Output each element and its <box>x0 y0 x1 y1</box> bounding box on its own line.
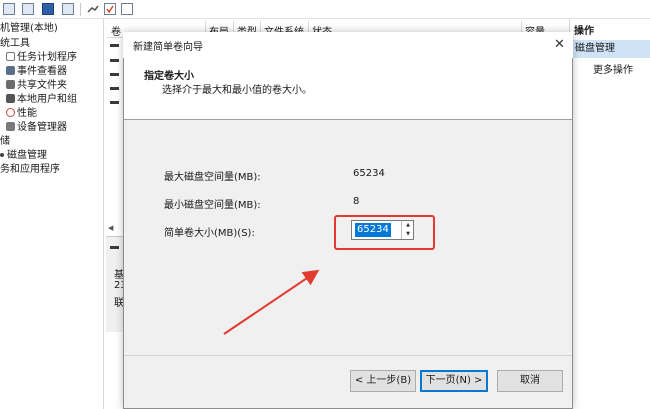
window-icon[interactable] <box>62 3 74 15</box>
console-tree-icon[interactable] <box>22 3 34 15</box>
back-button[interactable]: < 上一步(B) <box>350 370 416 392</box>
performance-icon <box>6 108 15 117</box>
max-space-value: 65234 <box>353 168 385 179</box>
help-icon[interactable] <box>42 3 54 15</box>
next-button[interactable]: 下一页(N) > <box>420 370 488 392</box>
highlight-box <box>334 215 435 250</box>
step-title: 指定卷大小 <box>144 71 194 82</box>
volume-row-icon[interactable] <box>110 44 119 47</box>
tree-item-device-manager[interactable]: 设备管理器 <box>0 121 67 134</box>
actions-title: 操作 <box>574 26 594 37</box>
action-more[interactable]: 更多操作 <box>593 61 633 76</box>
arrow-annotation-icon <box>223 269 320 335</box>
tree-item-task-scheduler[interactable]: 任务计划程序 <box>0 51 77 64</box>
disk-icon <box>110 246 119 249</box>
disk-icon <box>0 153 4 157</box>
max-space-label: 最大磁盘空间量(MB): <box>164 172 261 183</box>
volume-size-label: 简单卷大小(MB)(S): <box>164 228 255 239</box>
step-description: 选择介于最大和最小值的卷大小。 <box>162 85 312 96</box>
device-manager-icon <box>6 122 15 131</box>
check-icon[interactable] <box>104 3 116 15</box>
cancel-button[interactable]: 取消 <box>497 370 563 392</box>
users-icon <box>6 94 15 103</box>
tree-item-storage[interactable]: 储 <box>0 135 10 148</box>
dialog-title: 新建简单卷向导 <box>133 42 203 53</box>
event-viewer-icon <box>6 66 15 75</box>
properties-icon[interactable] <box>3 3 15 15</box>
footer-divider <box>124 355 572 356</box>
volume-row-icon[interactable] <box>110 101 119 104</box>
tree-item-performance[interactable]: 性能 <box>0 107 37 120</box>
close-icon[interactable]: ✕ <box>554 37 565 52</box>
tree-item-disk-management[interactable]: 磁盘管理 <box>0 149 47 162</box>
toolbar-separator <box>80 3 81 16</box>
tree-item-system-tools[interactable]: 统工具 <box>0 37 30 50</box>
action-disk-management[interactable]: 磁盘管理 <box>571 40 650 58</box>
connect-icon[interactable] <box>87 3 99 15</box>
tree-item-computer-management[interactable]: 机管理(本地) <box>0 22 58 35</box>
list-icon[interactable] <box>121 3 133 15</box>
volume-row-icon[interactable] <box>110 73 119 76</box>
column-volume[interactable]: 卷 <box>111 23 121 38</box>
scroll-left-icon[interactable]: ◀ <box>108 224 113 232</box>
tree-item-services-apps[interactable]: 务和应用程序 <box>0 163 60 176</box>
min-space-label: 最小磁盘空间量(MB): <box>164 200 261 211</box>
min-space-value: 8 <box>353 196 360 207</box>
actions-pane <box>569 19 650 409</box>
shared-folder-icon <box>6 80 15 89</box>
tree-item-local-users[interactable]: 本地用户和组 <box>0 93 77 106</box>
tree-item-event-viewer[interactable]: 事件查看器 <box>0 65 67 78</box>
volume-row-icon[interactable] <box>110 59 119 62</box>
volume-row-icon[interactable] <box>110 87 119 90</box>
tree-item-shared-folders[interactable]: 共享文件夹 <box>0 79 67 92</box>
clock-icon <box>6 52 15 61</box>
